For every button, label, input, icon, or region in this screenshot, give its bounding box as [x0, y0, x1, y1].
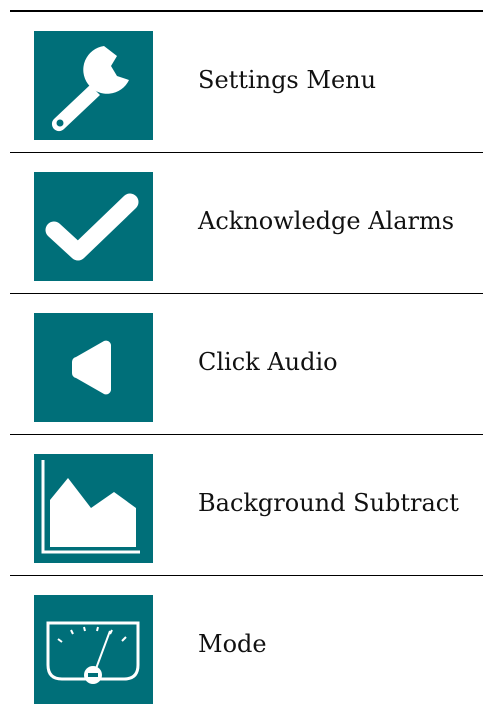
wrench-icon [34, 31, 153, 140]
row-click-audio: Click Audio [10, 294, 483, 434]
row-acknowledge-alarms: Acknowledge Alarms [10, 153, 483, 293]
row-mode: Mode [10, 576, 483, 716]
row-label: Acknowledge Alarms [198, 207, 455, 235]
row-label: Mode [198, 630, 267, 658]
area-chart-icon [34, 454, 153, 563]
row-label: Settings Menu [198, 66, 377, 94]
speaker-icon [34, 313, 153, 422]
row-settings-menu: Settings Menu [10, 12, 483, 152]
row-label: Click Audio [198, 348, 338, 376]
checkmark-icon [34, 172, 153, 281]
row-label: Background Subtract [198, 489, 459, 517]
row-background-subtract: Background Subtract [10, 435, 483, 575]
gauge-meter-icon [34, 595, 153, 704]
